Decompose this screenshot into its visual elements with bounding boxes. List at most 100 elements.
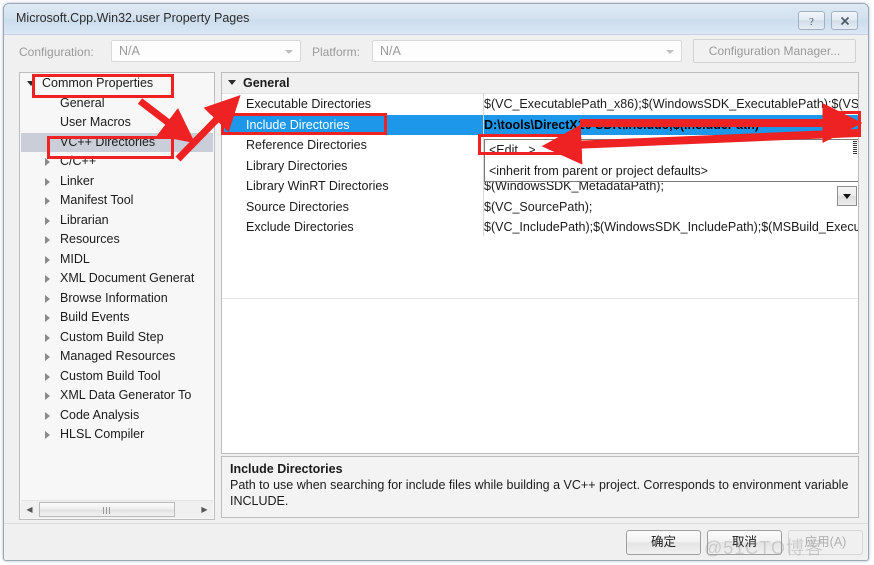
cancel-button[interactable]: 取消 bbox=[707, 530, 782, 555]
grid-category-label: General bbox=[243, 76, 290, 90]
tree-item-label: XML Document Generat bbox=[60, 271, 195, 285]
properties-tree[interactable]: Common Properties General User Macros VC++ … bbox=[21, 74, 213, 488]
chevron-right-icon[interactable] bbox=[45, 314, 50, 322]
tree-item-linker[interactable]: Linker bbox=[21, 172, 213, 192]
ok-button[interactable]: 确定 bbox=[626, 530, 701, 555]
tree-item-librarian[interactable]: Librarian bbox=[21, 211, 213, 231]
property-value: D:\tools\DirectX10 SDK\Include;$(Include… bbox=[484, 117, 760, 132]
property-row[interactable]: Source Directories $(VC_SourcePath); bbox=[222, 197, 858, 218]
tree-item-label: Linker bbox=[60, 173, 95, 188]
tree-item-label: VC++ Directories bbox=[60, 134, 156, 149]
close-button[interactable] bbox=[831, 11, 858, 30]
dropdown-item-edit[interactable]: <Edit...> bbox=[485, 140, 858, 161]
tree-item-build-events[interactable]: Build Events bbox=[21, 308, 213, 328]
tree-item-label: Managed Resources bbox=[60, 349, 176, 363]
tree-item-c-c[interactable]: C/C++ bbox=[21, 152, 213, 172]
apply-button: 应用(A) bbox=[788, 530, 863, 555]
chevron-right-icon[interactable] bbox=[45, 197, 50, 205]
chevron-right-icon[interactable] bbox=[45, 392, 50, 400]
tree-item-xml-data-generator-to[interactable]: XML Data Generator To bbox=[21, 386, 213, 406]
chevron-down-icon[interactable] bbox=[27, 81, 35, 86]
property-name: Library WinRT Directories bbox=[246, 179, 389, 193]
tree-item-hlsl-compiler[interactable]: HLSL Compiler bbox=[21, 425, 213, 445]
dropdown-item-inherit[interactable]: <inherit from parent or project defaults… bbox=[485, 161, 858, 182]
button-bar-divider bbox=[4, 523, 868, 524]
configuration-select[interactable]: N/A bbox=[111, 40, 301, 62]
tree-item-label: User Macros bbox=[60, 115, 131, 129]
configuration-manager-button[interactable]: Configuration Manager... bbox=[693, 39, 856, 63]
tree-item-label: Common Properties bbox=[42, 76, 154, 90]
chevron-right-icon[interactable] bbox=[45, 236, 50, 244]
tree-horizontal-scrollbar[interactable]: ◀ ▶ bbox=[21, 500, 213, 518]
chevron-right-icon[interactable] bbox=[45, 158, 50, 166]
chevron-right-icon[interactable] bbox=[45, 294, 50, 303]
chevron-right-icon[interactable] bbox=[45, 177, 50, 186]
property-name: Source Directories bbox=[246, 199, 349, 214]
chevron-right-icon[interactable] bbox=[45, 431, 50, 439]
tree-item-vc-directories[interactable]: VC++ Directories bbox=[21, 132, 213, 152]
tree-item-xml-document-generat[interactable]: XML Document Generat bbox=[21, 269, 213, 289]
property-name: Executable Directories bbox=[246, 97, 372, 111]
tree-item-managed-resources[interactable]: Managed Resources bbox=[21, 347, 213, 367]
include-directories-dropdown-button[interactable] bbox=[837, 186, 857, 206]
platform-value: N/A bbox=[380, 44, 401, 58]
property-name: Reference Directories bbox=[246, 138, 367, 152]
property-row[interactable]: Include Directories D:\tools\DirectX10 SD… bbox=[222, 114, 858, 135]
tree-item-manifest-tool[interactable]: Manifest Tool bbox=[21, 191, 213, 211]
chevron-right-icon[interactable] bbox=[45, 411, 50, 420]
configuration-label: Configuration: bbox=[19, 45, 94, 59]
scrollbar-thumb[interactable] bbox=[39, 502, 175, 517]
include-directories-dropdown-list[interactable]: <Edit...> <inherit from parent or projec… bbox=[484, 139, 858, 182]
tree-item-label: Build Events bbox=[60, 310, 130, 324]
tree-item-code-analysis[interactable]: Code Analysis bbox=[21, 406, 213, 426]
properties-tree-panel: Common Properties General User Macros VC++ … bbox=[19, 72, 215, 520]
help-button[interactable]: ? bbox=[798, 11, 825, 30]
tree-item-label: XML Data Generator To bbox=[60, 388, 192, 402]
chevron-right-icon[interactable] bbox=[45, 353, 50, 361]
grid-category-header[interactable]: General bbox=[222, 73, 858, 94]
configuration-bar: Configuration: N/A Platform: N/A Configu… bbox=[4, 35, 868, 69]
property-value: $(VC_IncludePath);$(WindowsSDK_IncludePa… bbox=[484, 220, 858, 234]
description-pane: Include Directories Path to use when sea… bbox=[221, 456, 859, 518]
property-name: Exclude Directories bbox=[246, 220, 354, 234]
tree-item-resources[interactable]: Resources bbox=[21, 230, 213, 250]
chevron-down-icon bbox=[228, 80, 236, 85]
tree-item-browse-information[interactable]: Browse Information bbox=[21, 289, 213, 309]
grid-bottom-divider bbox=[222, 298, 858, 299]
tree-item-general[interactable]: General bbox=[21, 94, 213, 114]
tree-item-custom-build-tool[interactable]: Custom Build Tool bbox=[21, 367, 213, 387]
tree-item-label: Code Analysis bbox=[60, 407, 140, 422]
description-title: Include Directories bbox=[230, 462, 343, 476]
chevron-right-icon[interactable] bbox=[45, 275, 50, 283]
chevron-down-icon bbox=[666, 50, 674, 54]
tree-item-label: Librarian bbox=[60, 212, 109, 227]
tree-item-label: C/C++ bbox=[60, 154, 97, 168]
scroll-left-arrow-icon[interactable]: ◀ bbox=[21, 501, 38, 518]
scroll-right-arrow-icon[interactable]: ▶ bbox=[196, 501, 213, 518]
tree-item-label: Manifest Tool bbox=[60, 193, 134, 207]
platform-select[interactable]: N/A bbox=[372, 40, 682, 62]
property-pages-dialog: Microsoft.Cpp.Win32.user Property Pages … bbox=[3, 3, 869, 561]
tree-item-custom-build-step[interactable]: Custom Build Step bbox=[21, 328, 213, 348]
property-row[interactable]: Exclude Directories $(VC_IncludePath);$(W… bbox=[222, 217, 858, 238]
question-mark-icon: ? bbox=[809, 16, 814, 27]
tree-item-label: Custom Build Step bbox=[60, 329, 164, 344]
property-grid: General Executable Directories $(VC_Execu… bbox=[221, 72, 859, 454]
configuration-value: N/A bbox=[119, 44, 140, 58]
tree-item-user-macros[interactable]: User Macros bbox=[21, 113, 213, 133]
tree-item-label: HLSL Compiler bbox=[60, 427, 145, 441]
chevron-right-icon[interactable] bbox=[45, 372, 50, 381]
tree-item-midl[interactable]: MIDL bbox=[21, 250, 213, 270]
window-title: Microsoft.Cpp.Win32.user Property Pages bbox=[16, 11, 250, 25]
tree-item-common-properties[interactable]: Common Properties bbox=[21, 74, 213, 94]
property-name: Library Directories bbox=[246, 158, 348, 173]
tree-item-label: Custom Build Tool bbox=[60, 368, 161, 383]
platform-label: Platform: bbox=[312, 45, 361, 59]
property-value: $(VC_SourcePath); bbox=[484, 199, 593, 214]
title-bar: Microsoft.Cpp.Win32.user Property Pages … bbox=[4, 4, 868, 35]
chevron-right-icon[interactable] bbox=[45, 255, 50, 264]
chevron-right-icon[interactable] bbox=[45, 333, 50, 342]
property-row[interactable]: Executable Directories $(VC_ExecutablePat… bbox=[222, 94, 858, 115]
close-icon bbox=[840, 16, 849, 26]
chevron-right-icon[interactable] bbox=[45, 216, 50, 225]
